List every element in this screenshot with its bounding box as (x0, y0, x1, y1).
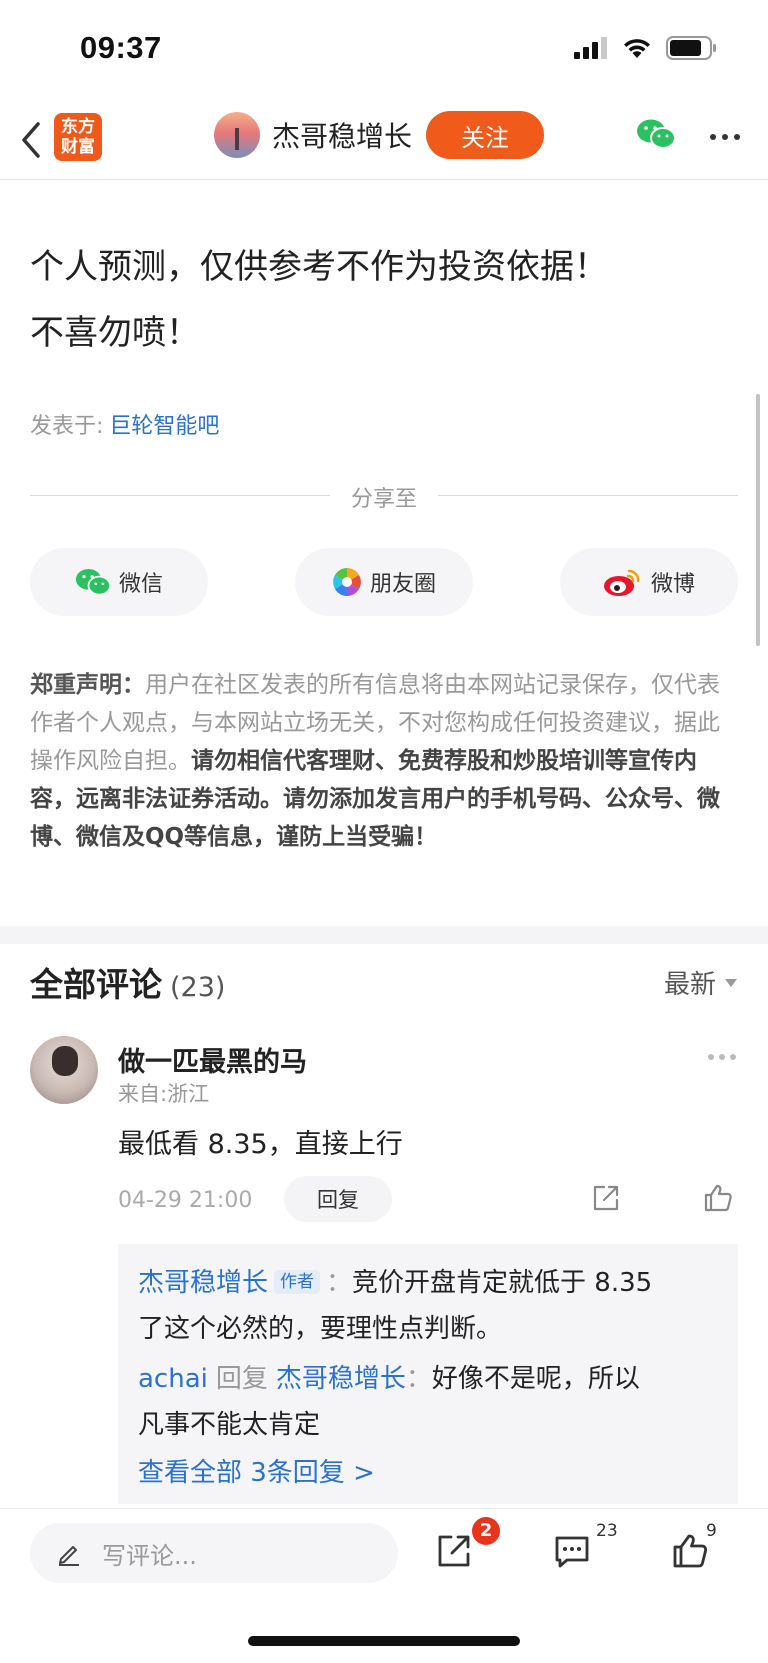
share-wechat-button[interactable]: 微信 (30, 548, 208, 616)
follow-button[interactable]: 关注 (426, 111, 545, 159)
pencil-icon (59, 1546, 79, 1566)
signal-icon (574, 37, 607, 59)
wechat-icon (75, 568, 111, 596)
comment-like-button[interactable] (702, 1182, 734, 1218)
sort-label: 最新 (663, 970, 716, 1000)
comment-time: 04-29 21:00 (118, 1188, 253, 1213)
share-badge: 2 (472, 1517, 500, 1545)
author-badge: 作者 (274, 1270, 321, 1294)
disclaimer-heading: 郑重声明： (30, 672, 145, 698)
reply-separator: ： (405, 1364, 432, 1394)
reply-mid: 回复 (215, 1364, 268, 1394)
share-weibo-button[interactable]: 微博 (560, 548, 738, 616)
posted-in-label: 发表于: (30, 414, 104, 439)
reply-item: achai 回复 杰哥稳增长：好像不是呢，所以凡事不能太肯定 (138, 1356, 718, 1448)
post-line-1: 个人预测，仅供参考不作为投资依据！ (30, 247, 608, 287)
disclaimer: 郑重声明：用户在社区发表的所有信息将由本网站记录保存，仅代表作者个人观点，与本网… (30, 666, 740, 856)
home-indicator[interactable] (248, 1636, 520, 1646)
post-line-2: 不喜勿喷！ (30, 313, 200, 353)
share-title: 分享至 (350, 487, 417, 512)
weibo-icon (603, 569, 640, 596)
posted-in: 发表于: 巨轮智能吧 (30, 408, 219, 440)
share-row: 微信 朋友圈 微博 (30, 548, 738, 618)
caret-down-icon (725, 978, 737, 987)
reply-separator: ： (326, 1268, 353, 1298)
reply-text: 竞价开盘肯定就低于 8.35 (352, 1268, 653, 1298)
moments-icon (332, 568, 361, 596)
logo-line-1: 东方 (61, 117, 95, 137)
app-logo[interactable]: 东方 财富 (54, 113, 102, 161)
sort-dropdown[interactable]: 最新 (664, 964, 738, 1001)
like-button[interactable] (670, 1531, 710, 1575)
comments-button[interactable] (552, 1531, 592, 1575)
reply-button[interactable]: 回复 (284, 1176, 392, 1222)
like-count: 9 (706, 1521, 717, 1541)
reply-text-cont: 了这个必然的，要理性点判断。 (138, 1314, 503, 1344)
reply-user[interactable]: achai (138, 1364, 208, 1394)
reply-text: 好像不是呢，所以 (431, 1364, 640, 1394)
more-button[interactable] (710, 134, 740, 140)
truncated-text-line (30, 172, 650, 182)
comments-title: 全部评论 (30, 965, 162, 1004)
nav-bar: 东方 财富 杰哥稳增长 关注 (0, 104, 768, 180)
comment-more-button[interactable] (708, 1054, 736, 1060)
share-button[interactable] (434, 1531, 474, 1575)
wechat-share-button[interactable] (636, 118, 676, 154)
chevron-left-icon (22, 122, 40, 158)
reply-user[interactable]: 杰哥稳增长 (138, 1268, 268, 1298)
comment-body: 最低看 8.35，直接上行 (118, 1129, 403, 1160)
comment-count: 23 (596, 1521, 618, 1541)
comment-input-placeholder: 写评论... (102, 1541, 197, 1570)
reply-target[interactable]: 杰哥稳增长 (276, 1364, 406, 1394)
share-moments-button[interactable]: 朋友圈 (295, 548, 473, 616)
back-button[interactable] (16, 118, 50, 162)
scrollbar[interactable] (756, 394, 760, 646)
reply-text-cont: 凡事不能太肯定 (138, 1410, 321, 1440)
commenter-name[interactable]: 做一匹最黑的马 (118, 1040, 307, 1079)
post-body: 个人预测，仅供参考不作为投资依据！ 不喜勿喷！ (30, 234, 730, 366)
share-wechat-label: 微信 (118, 572, 163, 597)
status-time: 09:37 (80, 30, 162, 65)
logo-line-2: 财富 (61, 137, 95, 157)
wechat-icon (637, 119, 676, 149)
comment-input[interactable]: 写评论... (30, 1523, 398, 1583)
forum-link[interactable]: 巨轮智能吧 (109, 414, 219, 439)
share-icon (438, 1535, 470, 1567)
author-info[interactable]: 杰哥稳增长 关注 (214, 111, 545, 159)
status-bar: 09:37 (0, 0, 768, 104)
replies-box: 杰哥稳增长 作者 ：竞价开盘肯定就低于 8.35 了这个必然的，要理性点判断。 ach… (118, 1244, 738, 1504)
share-weibo-label: 微博 (650, 572, 695, 597)
author-avatar[interactable] (214, 112, 260, 158)
section-divider (0, 926, 768, 944)
view-all-replies-link[interactable]: 查看全部 3条回复 > (138, 1452, 718, 1489)
share-divider: 分享至 (30, 480, 738, 512)
share-moments-label: 朋友圈 (369, 572, 436, 597)
comments-header: 全部评论 (23) 最新 (30, 958, 738, 1008)
battery-icon (666, 36, 716, 60)
commenter-avatar[interactable] (30, 1036, 98, 1104)
commenter-location: 来自:浙江 (118, 1082, 210, 1106)
comment-share-button[interactable] (590, 1182, 622, 1218)
reply-item: 杰哥稳增长 作者 ：竞价开盘肯定就低于 8.35 了这个必然的，要理性点判断。 (138, 1260, 718, 1352)
comment-icon (555, 1536, 589, 1568)
thumbs-up-icon (704, 1184, 732, 1212)
author-name[interactable]: 杰哥稳增长 (272, 115, 412, 155)
status-icons (574, 36, 718, 60)
wifi-icon (624, 39, 650, 58)
thumbs-up-icon (673, 1534, 708, 1568)
comments-count: (23) (170, 972, 226, 1003)
share-icon (593, 1185, 619, 1211)
